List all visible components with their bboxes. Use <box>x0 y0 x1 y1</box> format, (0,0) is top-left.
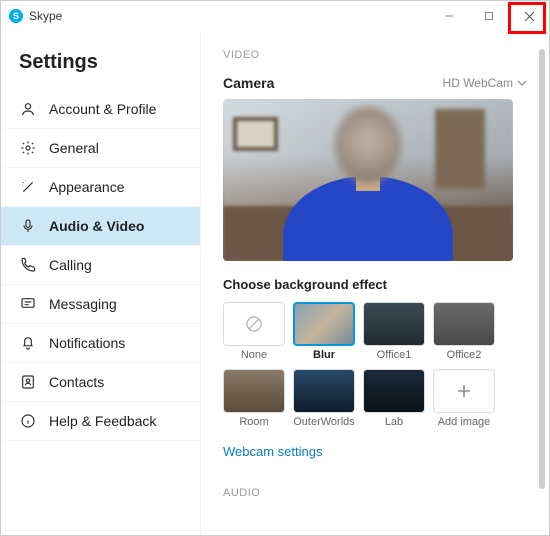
info-icon <box>19 412 37 430</box>
bell-icon <box>19 334 37 352</box>
camera-label: Camera <box>223 75 274 91</box>
bg-effect-office2[interactable] <box>433 302 495 346</box>
wand-icon <box>19 178 37 196</box>
bg-effect-label: Office1 <box>363 349 425 361</box>
sidebar-item-label: Notifications <box>49 335 125 351</box>
bg-effect-label: Add image <box>433 416 495 428</box>
sidebar-item-label: Audio & Video <box>49 218 144 234</box>
sidebar-item-appearance[interactable]: Appearance <box>1 168 200 207</box>
scrollbar[interactable] <box>539 49 545 489</box>
contacts-icon <box>19 373 37 391</box>
sidebar-item-label: Appearance <box>49 179 125 195</box>
sidebar-item-audio-video[interactable]: Audio & Video <box>1 207 200 246</box>
titlebar: S Skype <box>1 1 549 31</box>
skype-logo-icon: S <box>9 9 23 23</box>
bg-effect-label: OuterWorlds <box>293 416 355 428</box>
bg-effect-blur[interactable] <box>293 302 355 346</box>
bg-effect-label: None <box>223 349 285 361</box>
sidebar-item-messaging[interactable]: Messaging <box>1 285 200 324</box>
webcam-settings-link[interactable]: Webcam settings <box>223 444 322 459</box>
minimize-button[interactable] <box>429 1 469 31</box>
camera-selected-value: HD WebCam <box>443 76 513 90</box>
bg-effect-label: Room <box>223 416 285 428</box>
sidebar-item-label: Messaging <box>49 296 117 312</box>
bg-effect-add-image[interactable] <box>433 369 495 413</box>
phone-icon <box>19 256 37 274</box>
window-title: Skype <box>29 9 429 23</box>
bg-effect-label: Lab <box>363 416 425 428</box>
bg-effect-lab[interactable] <box>363 369 425 413</box>
bg-effect-label: Blur <box>293 349 355 361</box>
sidebar-item-label: Account & Profile <box>49 101 156 117</box>
settings-heading: Settings <box>1 51 200 90</box>
sidebar-item-contacts[interactable]: Contacts <box>1 363 200 402</box>
sidebar-item-label: Help & Feedback <box>49 413 156 429</box>
chevron-down-icon <box>517 78 527 88</box>
sidebar-item-label: Calling <box>49 257 92 273</box>
bg-effect-outerworlds[interactable] <box>293 369 355 413</box>
microphone-icon <box>19 217 37 235</box>
camera-select[interactable]: HD WebCam <box>443 76 527 90</box>
person-icon <box>19 100 37 118</box>
bg-effect-label: Office2 <box>433 349 495 361</box>
sidebar-item-help-feedback[interactable]: Help & Feedback <box>1 402 200 441</box>
gear-icon <box>19 139 37 157</box>
camera-preview <box>223 99 513 261</box>
bg-effect-none[interactable] <box>223 302 285 346</box>
sidebar-item-general[interactable]: General <box>1 129 200 168</box>
maximize-button[interactable] <box>469 1 509 31</box>
sidebar-item-label: Contacts <box>49 374 104 390</box>
audio-section-label: AUDIO <box>223 487 527 499</box>
plus-icon <box>455 382 473 400</box>
none-icon <box>245 315 263 333</box>
background-effect-grid: None Blur Office1 Office2 Room OuterWorl… <box>223 302 523 428</box>
video-section-label: VIDEO <box>223 49 527 61</box>
settings-sidebar: Settings Account & Profile General Appea… <box>1 31 201 535</box>
main-panel: VIDEO Camera HD WebCam Choose background… <box>201 31 549 535</box>
bg-effect-office1[interactable] <box>363 302 425 346</box>
window-buttons <box>429 1 549 31</box>
bg-effect-room[interactable] <box>223 369 285 413</box>
background-effect-heading: Choose background effect <box>223 277 527 292</box>
sidebar-item-notifications[interactable]: Notifications <box>1 324 200 363</box>
sidebar-item-account-profile[interactable]: Account & Profile <box>1 90 200 129</box>
close-button[interactable] <box>509 1 549 31</box>
chat-icon <box>19 295 37 313</box>
sidebar-item-calling[interactable]: Calling <box>1 246 200 285</box>
sidebar-item-label: General <box>49 140 99 156</box>
